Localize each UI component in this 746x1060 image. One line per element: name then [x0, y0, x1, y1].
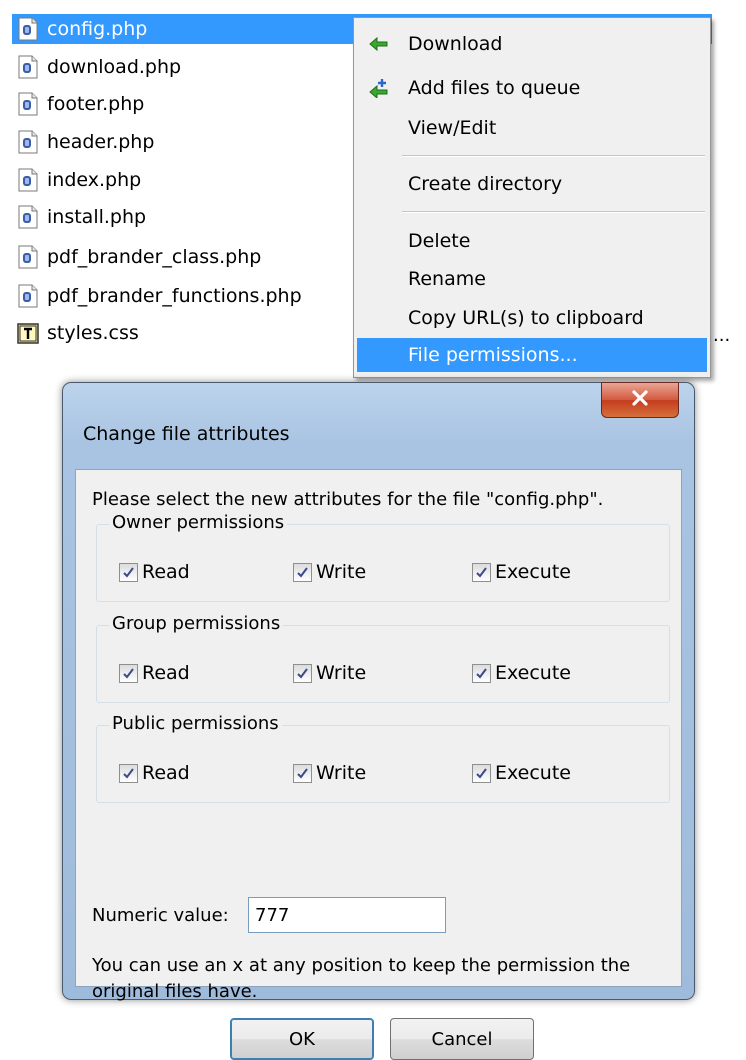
- menu-separator: [402, 211, 705, 213]
- file-name: download.php: [47, 56, 182, 78]
- menu-item-delete[interactable]: Delete: [357, 224, 707, 258]
- dialog-body: Please select the new attributes for the…: [75, 469, 682, 1060]
- menu-item-label: Download: [408, 33, 503, 55]
- context-menu: Download Add files to queue View/Edit Cr…: [353, 17, 711, 378]
- group-write-checkbox[interactable]: Write: [293, 662, 366, 684]
- file-row-download[interactable]: download.php: [12, 52, 181, 82]
- checkmark-icon: [293, 663, 312, 683]
- file-name: footer.php: [47, 93, 145, 115]
- checkmark-icon: [472, 763, 491, 783]
- php-file-icon: [17, 168, 39, 192]
- public-permissions-group: Public permissions Read Write Execute: [96, 713, 670, 803]
- menu-separator: [402, 155, 705, 157]
- file-row-index[interactable]: index.php: [12, 165, 141, 195]
- cancel-button[interactable]: Cancel: [390, 1018, 534, 1060]
- menu-item-label: Delete: [408, 230, 471, 252]
- file-row-pdf-brander-functions[interactable]: pdf_brander_functions.php: [12, 281, 302, 311]
- menu-item-label: Copy URL(s) to clipboard: [408, 307, 644, 329]
- menu-item-label: File permissions...: [408, 344, 578, 366]
- group-permissions-group: Group permissions Read Write Execute: [96, 613, 670, 703]
- file-name: pdf_brander_class.php: [47, 246, 262, 268]
- file-name: pdf_brander_functions.php: [47, 285, 302, 307]
- hint-text: You can use an x at any position to keep…: [92, 955, 631, 1002]
- checkbox-label: Write: [316, 561, 367, 583]
- cancel-button-label: Cancel: [431, 1028, 493, 1050]
- php-file-icon: [17, 284, 39, 308]
- menu-item-file-permissions[interactable]: File permissions...: [357, 338, 707, 372]
- menu-item-view-edit[interactable]: View/Edit: [357, 111, 707, 145]
- add-to-queue-icon: [368, 78, 392, 100]
- php-file-icon: [17, 130, 39, 154]
- group-label: Group permissions: [109, 613, 284, 634]
- php-file-icon: [17, 205, 39, 229]
- change-file-attributes-dialog: Change file attributes Please select the…: [62, 382, 695, 1060]
- menu-item-label: View/Edit: [408, 117, 497, 139]
- menu-item-copy-url[interactable]: Copy URL(s) to clipboard: [357, 301, 707, 335]
- file-row-header[interactable]: header.php: [12, 127, 154, 157]
- public-write-checkbox[interactable]: Write: [293, 762, 366, 784]
- menu-item-label: Rename: [408, 268, 486, 290]
- checkmark-icon: [119, 562, 138, 582]
- group-label: Owner permissions: [109, 512, 288, 533]
- checkmark-icon: [472, 562, 491, 582]
- close-icon: [631, 390, 649, 410]
- checkbox-label: Execute: [495, 762, 571, 784]
- menu-item-download[interactable]: Download: [357, 27, 707, 61]
- dialog-title: Change file attributes: [83, 423, 290, 445]
- group-execute-checkbox[interactable]: Execute: [472, 662, 571, 684]
- file-row-footer[interactable]: footer.php: [12, 89, 144, 119]
- checkmark-icon: [293, 562, 312, 582]
- menu-item-create-directory[interactable]: Create directory: [357, 167, 707, 201]
- group-read-checkbox[interactable]: Read: [119, 662, 190, 684]
- file-row-pdf-brander-class[interactable]: pdf_brander_class.php: [12, 242, 261, 272]
- checkbox-label: Execute: [495, 662, 571, 684]
- checkmark-icon: [472, 663, 491, 683]
- checkmark-icon: [119, 663, 138, 683]
- menu-item-rename[interactable]: Rename: [357, 262, 707, 296]
- text-file-icon: [17, 321, 39, 345]
- owner-permissions-group: Owner permissions Read Write Execute: [96, 512, 670, 602]
- php-file-icon: [17, 55, 39, 79]
- owner-execute-checkbox[interactable]: Execute: [472, 561, 571, 583]
- owner-read-checkbox[interactable]: Read: [119, 561, 190, 583]
- public-execute-checkbox[interactable]: Execute: [472, 762, 571, 784]
- dialog-prompt: Please select the new attributes for the…: [92, 489, 604, 510]
- php-file-icon: [17, 92, 39, 116]
- checkbox-label: Read: [142, 561, 190, 583]
- menu-item-label: Add files to queue: [408, 77, 581, 99]
- checkbox-label: Read: [142, 662, 190, 684]
- download-arrow-icon: [368, 34, 392, 54]
- checkmark-icon: [119, 763, 138, 783]
- checkbox-label: Write: [316, 662, 367, 684]
- file-name: index.php: [47, 169, 142, 191]
- numeric-value-input[interactable]: [248, 897, 446, 933]
- owner-write-checkbox[interactable]: Write: [293, 561, 366, 583]
- public-read-checkbox[interactable]: Read: [119, 762, 190, 784]
- close-button[interactable]: [601, 382, 679, 418]
- menu-item-label: Create directory: [408, 173, 563, 195]
- truncated-column-text: ...: [713, 325, 731, 346]
- menu-item-add-to-queue[interactable]: Add files to queue: [357, 71, 707, 105]
- checkbox-label: Read: [142, 762, 190, 784]
- file-name: styles.css: [47, 322, 139, 344]
- file-row-install[interactable]: install.php: [12, 202, 146, 232]
- php-file-icon: [17, 17, 39, 41]
- file-name: header.php: [47, 131, 155, 153]
- ok-button[interactable]: OK: [230, 1018, 374, 1060]
- file-row-styles[interactable]: styles.css: [12, 318, 139, 348]
- checkbox-label: Execute: [495, 561, 571, 583]
- file-name: config.php: [47, 18, 148, 40]
- group-label: Public permissions: [109, 713, 282, 734]
- checkmark-icon: [293, 763, 312, 783]
- ok-button-label: OK: [289, 1028, 315, 1050]
- file-name: install.php: [47, 206, 147, 228]
- numeric-value-label: Numeric value:: [92, 905, 229, 926]
- checkbox-label: Write: [316, 762, 367, 784]
- php-file-icon: [17, 245, 39, 269]
